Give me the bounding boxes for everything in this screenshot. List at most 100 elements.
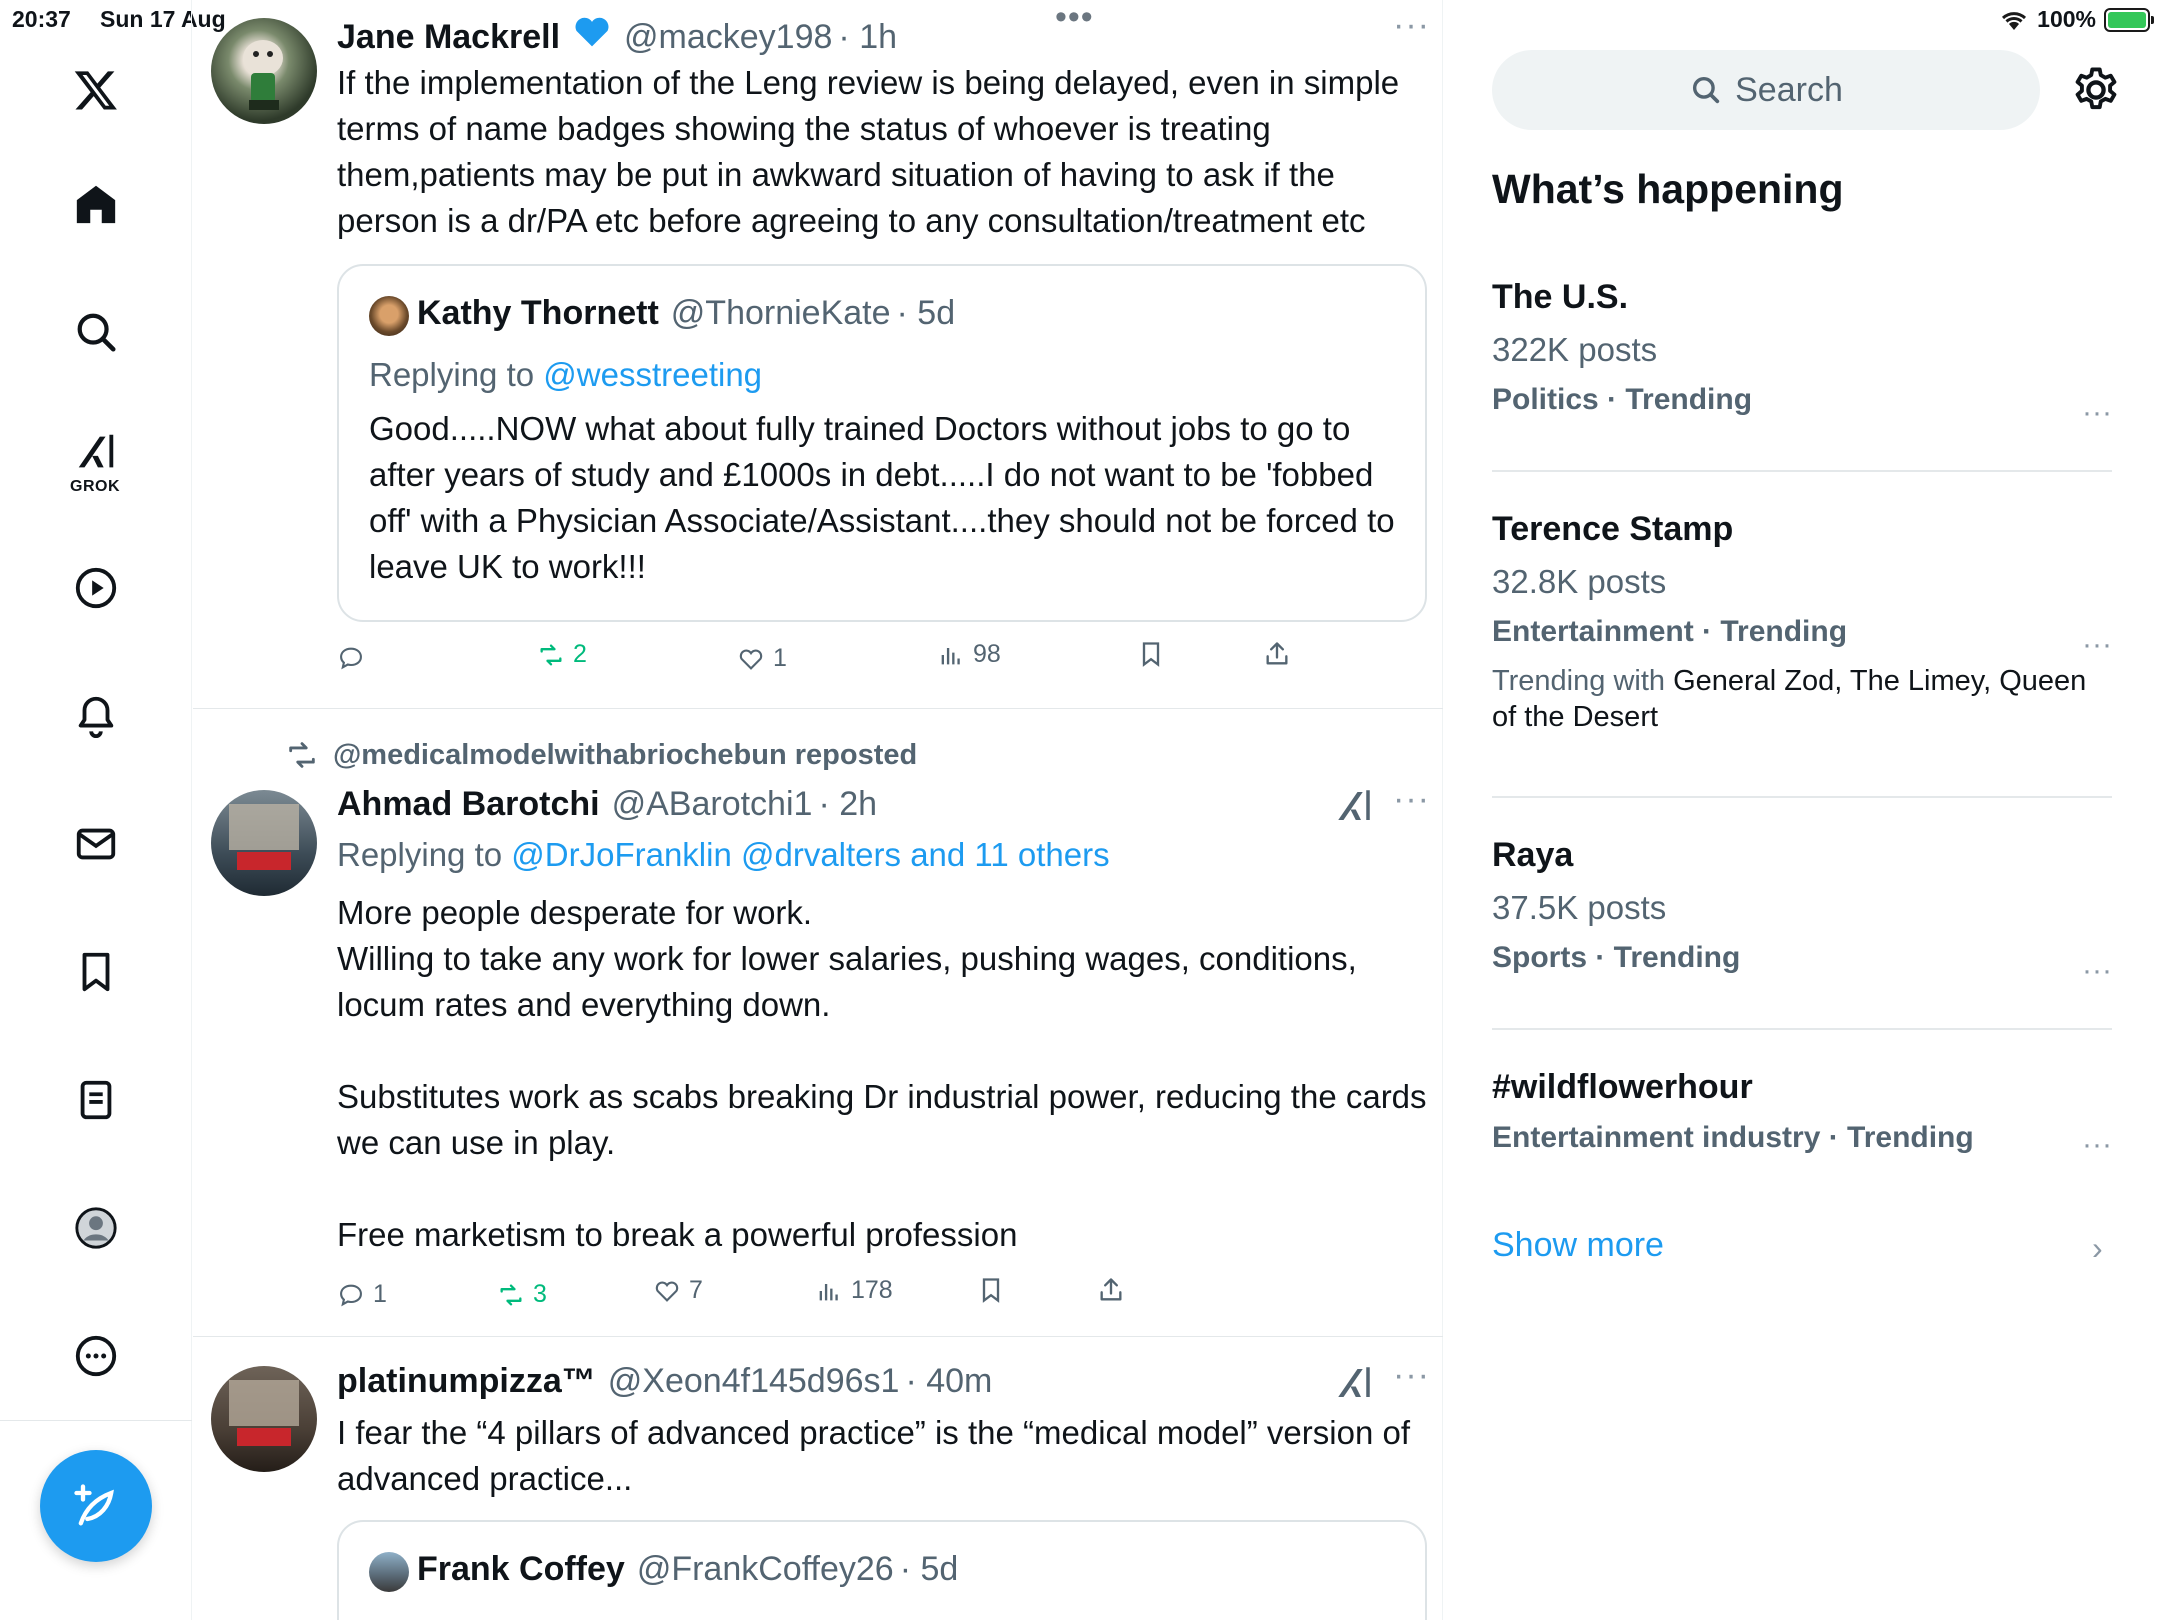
- author-name[interactable]: platinumpizza™: [337, 1362, 596, 1401]
- reply-button[interactable]: 1: [337, 1280, 387, 1309]
- quoted-time: · 5d: [899, 1550, 959, 1588]
- trend-count: 32.8K posts: [1492, 563, 1667, 600]
- mention-link[interactable]: @wesstreeting: [543, 356, 762, 393]
- avatar[interactable]: [211, 1366, 317, 1472]
- search-icon: [1693, 76, 1720, 104]
- trend-category: Sports · Trending: [1492, 941, 1741, 974]
- compose-post-button[interactable]: [40, 1450, 152, 1562]
- tweet-divider: [193, 1336, 1443, 1337]
- share-icon: [1100, 1278, 1122, 1301]
- trend-more-icon[interactable]: ···: [2082, 954, 2112, 988]
- right-sidebar: Search What’s happening The U.S. 322K po…: [1444, 0, 2160, 1620]
- view-count: 98: [973, 640, 1001, 668]
- notifications-bell-icon[interactable]: [66, 686, 126, 746]
- reply-button[interactable]: [337, 644, 373, 672]
- trend-item[interactable]: #wildflowerhour Entertainment industry ·…: [1492, 1068, 2112, 1161]
- trend-item[interactable]: The U.S. 322K posts Politics · Trending …: [1492, 278, 2112, 429]
- quoted-author-name: Kathy Thornett: [417, 294, 659, 332]
- hamster-avatar-image: [243, 40, 283, 110]
- explore-search-icon[interactable]: [66, 302, 126, 362]
- trend-divider: [1492, 1028, 2112, 1030]
- trend-category: Politics · Trending: [1492, 383, 1753, 416]
- author-name[interactable]: Ahmad Barotchi: [337, 785, 600, 824]
- trend-divider: [1492, 796, 2112, 798]
- replying-to: Replying to @DrJoFranklin @drvalters and…: [337, 836, 1110, 874]
- trend-item[interactable]: Terence Stamp 32.8K posts Entertainment …: [1492, 510, 2112, 735]
- repost-button[interactable]: 2: [537, 640, 587, 669]
- gmc-avatar-image: [229, 1380, 299, 1446]
- profile-avatar-icon[interactable]: [66, 1198, 126, 1258]
- reply-icon: [340, 1284, 362, 1306]
- nav-divider: [0, 1420, 192, 1421]
- tweet-divider: [193, 708, 1443, 709]
- trend-more-icon[interactable]: ···: [2082, 628, 2112, 662]
- trend-category: Entertainment · Trending: [1492, 615, 1848, 648]
- tweet-text: If the implementation of the Leng review…: [337, 64, 1400, 239]
- grok-explain-icon[interactable]: [1333, 1362, 1375, 1404]
- repost-context[interactable]: @medicalmodelwithabriochebun reposted: [285, 738, 917, 772]
- author-handle[interactable]: @Xeon4f145d96s1: [608, 1362, 900, 1401]
- timeline: ••• Jane Mackrell @mackey198 · 1h ··· If…: [193, 0, 1443, 1620]
- author-handle[interactable]: @mackey198: [624, 18, 832, 57]
- bookmark-button[interactable]: [1137, 640, 1165, 668]
- tweet-header: Ahmad Barotchi @ABarotchi1 · 2h: [337, 785, 877, 824]
- like-button[interactable]: 7: [653, 1276, 703, 1305]
- tweet-more-icon[interactable]: ···: [1393, 780, 1430, 819]
- drag-handle-icon[interactable]: •••: [1055, 0, 1094, 37]
- quoted-text: Good.....NOW what about fully trained Do…: [369, 410, 1395, 585]
- views-button[interactable]: 98: [937, 640, 1001, 669]
- trend-count: 37.5K posts: [1492, 889, 1667, 926]
- repost-count: 2: [573, 640, 587, 668]
- search-input[interactable]: Search: [1492, 50, 2040, 130]
- bookmark-icon: [982, 1278, 1000, 1303]
- reply-count: 1: [373, 1280, 387, 1308]
- author-handle[interactable]: @ABarotchi1: [612, 785, 813, 824]
- repost-count: 3: [533, 1280, 547, 1308]
- show-more-link[interactable]: Show more: [1492, 1226, 1664, 1265]
- tweet-header: platinumpizza™ @Xeon4f145d96s1 · 40m: [337, 1362, 992, 1401]
- tweet-header: Jane Mackrell @mackey198 · 1h: [337, 12, 897, 57]
- heart-icon: [655, 1281, 679, 1302]
- avatar[interactable]: [211, 18, 317, 124]
- author-name[interactable]: Jane Mackrell: [337, 18, 560, 57]
- x-logo-icon[interactable]: [66, 60, 126, 120]
- bookmark-button[interactable]: [977, 1276, 1005, 1304]
- trend-count: 322K posts: [1492, 331, 1658, 368]
- like-button[interactable]: 1: [737, 644, 787, 673]
- tweet-time[interactable]: · 40m: [905, 1362, 992, 1401]
- tweet-more-icon[interactable]: ···: [1393, 6, 1430, 45]
- repost-button[interactable]: 3: [497, 1280, 547, 1309]
- more-options-icon[interactable]: [66, 1326, 126, 1386]
- trend-name: #wildflowerhour: [1492, 1068, 1753, 1106]
- chevron-right-icon[interactable]: ›: [2092, 1230, 2103, 1267]
- lists-icon[interactable]: [66, 1070, 126, 1130]
- video-icon[interactable]: [66, 558, 126, 618]
- trend-item[interactable]: Raya 37.5K posts Sports · Trending ···: [1492, 836, 2112, 987]
- trend-more-icon[interactable]: ···: [2082, 396, 2112, 430]
- avatar[interactable]: [211, 790, 317, 896]
- mention-link[interactable]: @DrJoFranklin @drvalters and 11 others: [511, 836, 1109, 873]
- quoted-tweet[interactable]: Frank Coffey @FrankCoffey26 · 5d: [337, 1520, 1427, 1620]
- share-button[interactable]: [1263, 640, 1291, 668]
- trend-more-icon[interactable]: ···: [2082, 1128, 2112, 1162]
- messages-envelope-icon[interactable]: [66, 814, 126, 874]
- quoted-tweet[interactable]: Kathy Thornett @ThornieKate · 5d Replyin…: [337, 264, 1427, 622]
- tweet-more-icon[interactable]: ···: [1393, 1356, 1430, 1395]
- quoted-header: Frank Coffey @FrankCoffey26 · 5d: [417, 1550, 958, 1589]
- home-icon[interactable]: [66, 174, 126, 234]
- views-chart-icon: [819, 1283, 838, 1300]
- grok-icon[interactable]: [66, 422, 126, 482]
- reposted-by-text: @medicalmodelwithabriochebun reposted: [333, 738, 918, 771]
- tweet-time[interactable]: · 1h: [838, 18, 897, 57]
- settings-gear-icon[interactable]: [2070, 64, 2122, 116]
- quoted-header: Kathy Thornett @ThornieKate · 5d: [417, 294, 955, 333]
- bookmark-icon: [1142, 642, 1160, 667]
- tweet-time[interactable]: · 2h: [818, 785, 877, 824]
- trending-with: Trending with General Zod, The Limey, Qu…: [1492, 663, 2102, 735]
- bookmarks-icon[interactable]: [66, 942, 126, 1002]
- views-button[interactable]: 178: [815, 1276, 893, 1305]
- grok-explain-icon[interactable]: [1333, 785, 1375, 827]
- trending-with-prefix: Trending with: [1492, 665, 1666, 697]
- share-button[interactable]: [1097, 1276, 1125, 1304]
- replying-prefix: Replying to: [369, 356, 535, 393]
